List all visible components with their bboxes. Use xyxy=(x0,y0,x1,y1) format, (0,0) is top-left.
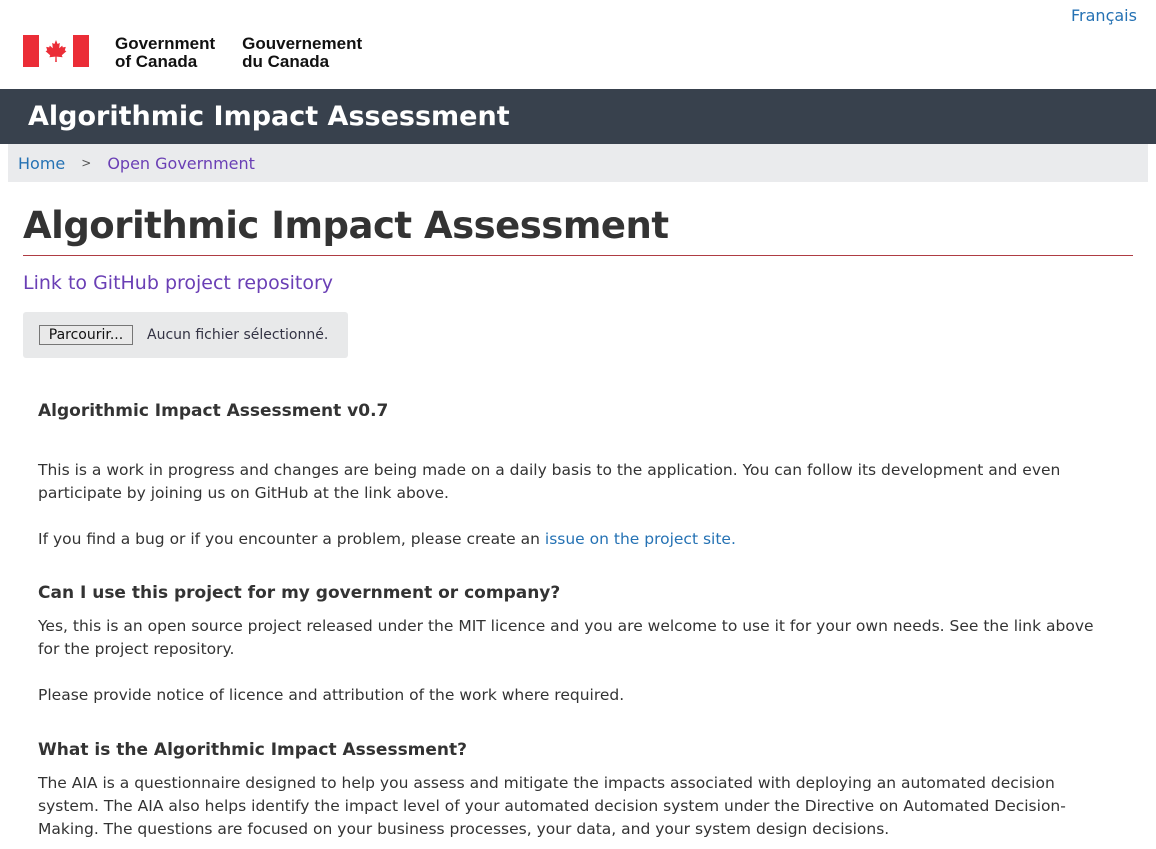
signature-fr-line2: du Canada xyxy=(242,52,330,71)
page-title: Algorithmic Impact Assessment xyxy=(23,204,669,247)
issue-link[interactable]: issue on the project site. xyxy=(545,530,736,548)
breadcrumb-separator-icon: > xyxy=(81,156,92,170)
file-upload-field: Parcourir... Aucun fichier sélectionné. xyxy=(23,312,348,358)
signature-english: Government of Canada xyxy=(115,35,215,71)
breadcrumb-home-link[interactable]: Home xyxy=(18,154,65,173)
app-title[interactable]: Algorithmic Impact Assessment xyxy=(28,101,510,132)
licence-paragraph: Yes, this is an open source project rele… xyxy=(38,617,1094,658)
github-repository-link[interactable]: Link to GitHub project repository xyxy=(23,272,333,294)
canada-flag-icon xyxy=(23,35,89,67)
browse-file-button[interactable]: Parcourir... xyxy=(39,325,133,345)
file-status-text: Aucun fichier sélectionné. xyxy=(147,327,329,343)
app-title-bar: Algorithmic Impact Assessment xyxy=(0,89,1156,144)
title-divider xyxy=(23,255,1133,256)
bug-report-text: If you find a bug or if you encounter a … xyxy=(38,530,545,548)
signature-fr-line1: Gouvernement xyxy=(242,34,363,53)
language-toggle-link[interactable]: Français xyxy=(1071,6,1137,25)
faq-use-heading: Can I use this project for my government… xyxy=(38,583,561,603)
aia-description-paragraph: The AIA is a questionnaire designed to h… xyxy=(38,774,1066,838)
intro-paragraph: This is a work in progress and changes a… xyxy=(38,461,1061,502)
signature-en-line2: of Canada xyxy=(115,52,198,71)
faq-what-heading: What is the Algorithmic Impact Assessmen… xyxy=(38,740,468,760)
bug-report-paragraph: If you find a bug or if you encounter a … xyxy=(38,528,1118,551)
signature-french: Gouvernement du Canada xyxy=(242,35,362,71)
government-of-canada-signature: Government of Canada Gouvernement du Can… xyxy=(23,35,362,71)
attribution-paragraph: Please provide notice of licence and att… xyxy=(38,686,625,704)
breadcrumb-open-government-link[interactable]: Open Government xyxy=(107,154,255,173)
version-heading: Algorithmic Impact Assessment v0.7 xyxy=(38,401,389,421)
breadcrumb: Home > Open Government xyxy=(8,144,1148,182)
signature-en-line1: Government xyxy=(115,34,216,53)
